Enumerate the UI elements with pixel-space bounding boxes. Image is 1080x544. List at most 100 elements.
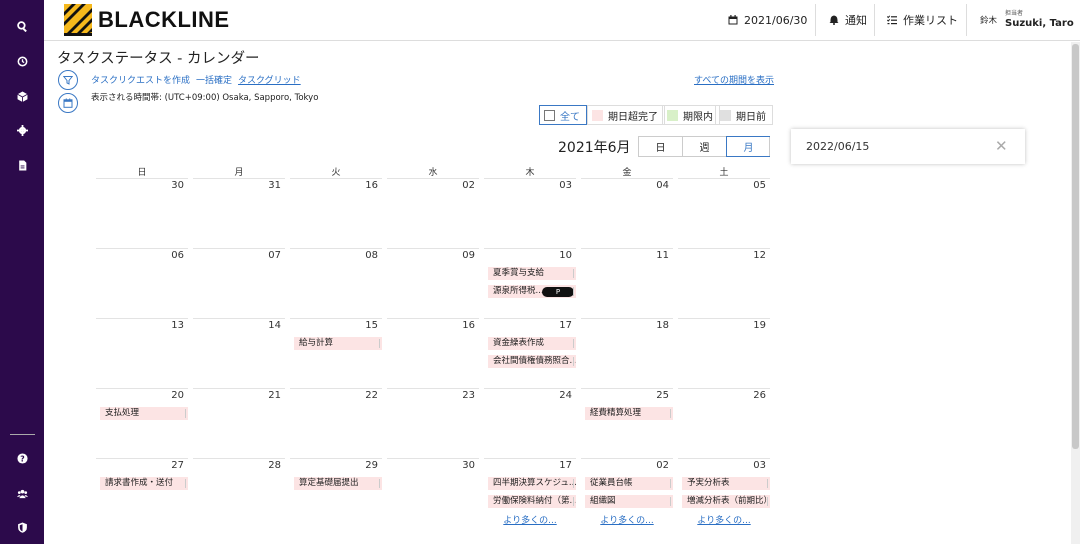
day-number[interactable]: 02 [656,460,669,471]
legend-all-toggle[interactable]: 全て [539,105,587,125]
day-cell[interactable]: 30 [96,178,188,248]
task-event[interactable]: 予実分析表 [682,477,770,490]
show-all-periods-link[interactable]: すべての期間を表示 [694,73,774,86]
view-week-button[interactable]: 週 [683,137,727,156]
user-menu[interactable]: 鈴木 担当者 Suzuki, Taro [980,0,1074,40]
day-number[interactable]: 21 [268,390,281,401]
day-number[interactable]: 28 [268,460,281,471]
day-number[interactable]: 07 [268,250,281,261]
day-number[interactable]: 19 [753,320,766,331]
day-number[interactable]: 20 [171,390,184,401]
task-event[interactable]: 労働保険料納付（第... [488,495,576,508]
day-cell[interactable]: 21 [193,388,285,458]
day-number[interactable]: 17 [559,320,572,331]
bulk-confirm-link[interactable]: 一括確定 [196,73,232,86]
calendar-view-button[interactable] [58,93,78,113]
task-event[interactable]: 源泉所得税... P [488,285,576,298]
day-cell[interactable]: 03 予実分析表 増減分析表（前期比） より多くの... [678,458,770,528]
day-cell[interactable]: 07 [193,248,285,318]
task-event[interactable]: 夏季賞与支給 [488,267,576,280]
day-number[interactable]: 02 [462,180,475,191]
task-event[interactable]: 請求書作成・送付 [100,477,188,490]
day-cell[interactable]: 10 夏季賞与支給 源泉所得税... P [484,248,576,318]
day-cell[interactable]: 24 [484,388,576,458]
day-number[interactable]: 11 [656,250,669,261]
help-icon[interactable]: ? [0,448,44,468]
day-number[interactable]: 24 [559,390,572,401]
day-cell[interactable]: 26 [678,388,770,458]
day-number[interactable]: 03 [559,180,572,191]
notifications-button[interactable]: 通知 [829,0,867,40]
task-event[interactable]: 増減分析表（前期比） [682,495,770,508]
day-number[interactable]: 31 [268,180,281,191]
day-cell[interactable]: 20 支払処理 [96,388,188,458]
day-cell[interactable]: 16 [387,318,479,388]
task-event[interactable]: 給与計算 [294,337,382,350]
day-cell[interactable]: 31 [193,178,285,248]
day-cell[interactable]: 15 給与計算 [290,318,382,388]
task-event[interactable]: 経費精算処理 [585,407,673,420]
day-number[interactable]: 10 [559,250,572,261]
day-number[interactable]: 18 [656,320,669,331]
day-number[interactable]: 25 [656,390,669,401]
day-number[interactable]: 30 [462,460,475,471]
day-number[interactable]: 30 [171,180,184,191]
day-cell[interactable]: 02 [387,178,479,248]
more-tasks-link[interactable]: より多くの... [581,513,673,526]
view-day-button[interactable]: 日 [639,137,683,156]
day-cell[interactable]: 04 [581,178,673,248]
worklist-button[interactable]: 作業リスト [887,0,958,40]
day-number[interactable]: 06 [171,250,184,261]
day-cell[interactable]: 30 [387,458,479,528]
day-cell[interactable]: 25 経費精算処理 [581,388,673,458]
day-number[interactable]: 16 [462,320,475,331]
view-month-button[interactable]: 月 [726,136,770,157]
day-number[interactable]: 14 [268,320,281,331]
day-number[interactable]: 05 [753,180,766,191]
day-number[interactable]: 09 [462,250,475,261]
task-event[interactable]: 従業員台帳 [585,477,673,490]
day-cell[interactable]: 08 [290,248,382,318]
history-icon[interactable] [0,51,44,71]
search-icon[interactable] [0,16,44,36]
filter-button[interactable] [58,70,78,90]
more-tasks-link[interactable]: より多くの... [484,513,576,526]
day-cell[interactable]: 02 従業員台帳組織図より多くの... [581,458,673,528]
day-cell[interactable]: 19 [678,318,770,388]
task-event[interactable]: 会社間債権債務照合... [488,355,576,368]
legend-within[interactable]: 期限内 [662,105,720,125]
day-cell[interactable]: 12 [678,248,770,318]
day-number[interactable]: 27 [171,460,184,471]
day-cell[interactable]: 13 [96,318,188,388]
cube-icon[interactable] [0,86,44,106]
day-cell[interactable]: 09 [387,248,479,318]
current-date[interactable]: 2021/06/30 [728,0,807,40]
day-cell[interactable]: 27 請求書作成・送付 [96,458,188,528]
task-event[interactable]: 算定基礎届提出 [294,477,382,490]
day-cell[interactable]: 06 [96,248,188,318]
blackline-logo[interactable]: BLACKLINE [64,3,230,37]
users-icon[interactable] [0,483,44,503]
gear-icon[interactable] [0,120,44,140]
day-cell[interactable]: 23 [387,388,479,458]
task-event[interactable]: 資金繰表作成 [488,337,576,350]
day-number[interactable]: 15 [365,320,378,331]
task-event[interactable]: 支払処理 [100,407,188,420]
day-cell[interactable]: 18 [581,318,673,388]
task-grid-link[interactable]: タスクグリッド [238,73,301,86]
day-cell[interactable]: 17 資金繰表作成 会社間債権債務照合... [484,318,576,388]
task-event[interactable]: 組織図 [585,495,673,508]
document-icon[interactable] [0,155,44,175]
shield-icon[interactable] [0,517,44,537]
create-task-request-link[interactable]: タスクリクエストを作成 [91,73,190,86]
day-cell[interactable]: 16 [290,178,382,248]
day-number[interactable]: 17 [559,460,572,471]
day-cell[interactable]: 17 四半期決算スケジュ... 労働保険料納付（第... より多くの... [484,458,576,528]
day-cell[interactable]: 29 算定基礎届提出 [290,458,382,528]
day-number[interactable]: 16 [365,180,378,191]
day-cell[interactable]: 11 [581,248,673,318]
day-number[interactable]: 22 [365,390,378,401]
day-number[interactable]: 12 [753,250,766,261]
day-number[interactable]: 29 [365,460,378,471]
day-number[interactable]: 13 [171,320,184,331]
